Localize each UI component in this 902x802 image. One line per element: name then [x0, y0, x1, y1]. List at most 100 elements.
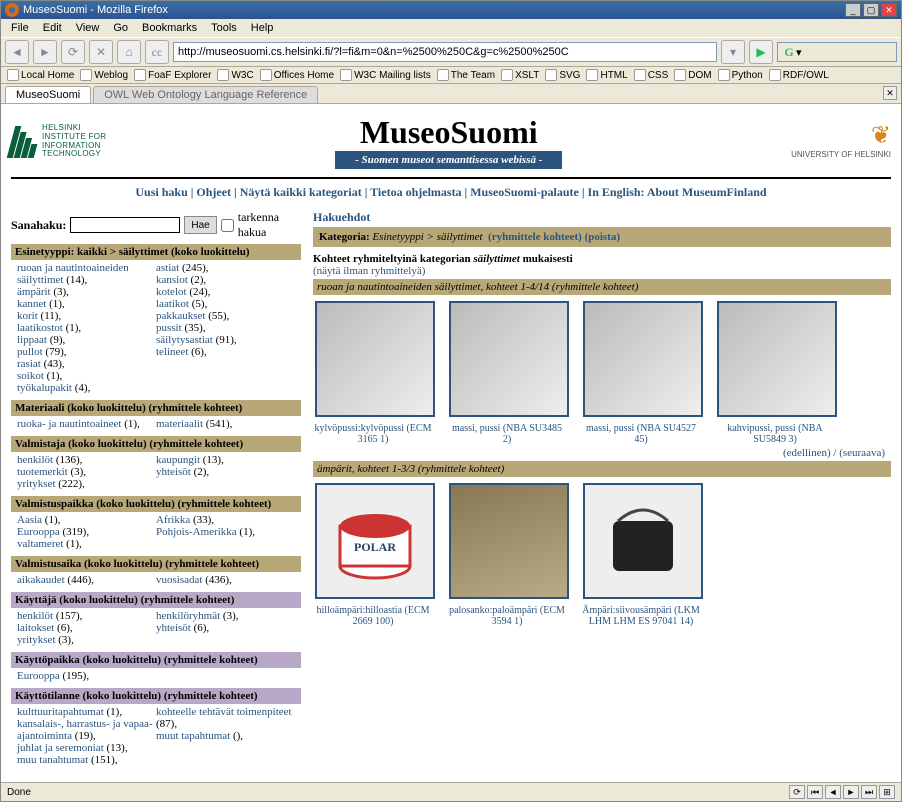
facet-link[interactable]: tuotemerkit: [17, 466, 68, 478]
pager[interactable]: (edellinen) / (seuraava): [313, 445, 891, 461]
ungroup-link[interactable]: (näytä ilman ryhmittelyä): [313, 265, 425, 277]
menu-file[interactable]: File: [5, 21, 35, 35]
result-caption[interactable]: massi, pussi (NBA SU3485 2): [447, 423, 567, 445]
facet-link[interactable]: ämpärit: [17, 286, 51, 298]
facet-link[interactable]: työkalupakit: [17, 382, 72, 394]
menu-go[interactable]: Go: [107, 21, 134, 35]
reload-button[interactable]: ⟳: [61, 40, 85, 64]
bookmark-item[interactable]: DOM: [674, 69, 711, 81]
bookmark-item[interactable]: Local Home: [7, 69, 74, 81]
facet-link[interactable]: ruoan ja nautintoaineiden säilyttimet: [17, 262, 129, 286]
facet-link[interactable]: muut tapahtumat: [156, 730, 230, 742]
cat-valmistusaika-hdr[interactable]: Valmistusaika (koko luokittelu) (ryhmitt…: [11, 556, 301, 572]
facet-link[interactable]: yritykset: [17, 478, 56, 490]
facet-link[interactable]: Eurooppa: [17, 526, 60, 538]
bookmark-item[interactable]: FoaF Explorer: [134, 69, 211, 81]
stop-button[interactable]: ✕: [89, 40, 113, 64]
facet-link[interactable]: laitokset: [17, 622, 54, 634]
facet-link[interactable]: Aasia: [17, 514, 42, 526]
result-caption[interactable]: massi, pussi (NBA SU4527 45): [581, 423, 701, 445]
regroup-link[interactable]: (ryhmittele kohteet): [488, 231, 582, 243]
facet-link[interactable]: laatikot: [156, 298, 189, 310]
bookmark-item[interactable]: HTML: [586, 69, 627, 81]
facet-link[interactable]: pussit: [156, 322, 182, 334]
facet-link[interactable]: henkilöt: [17, 610, 53, 622]
bookmark-item[interactable]: SVG: [545, 69, 580, 81]
facet-link[interactable]: kotelot: [156, 286, 187, 298]
facet-link[interactable]: henkilöt: [17, 454, 53, 466]
result-caption[interactable]: kylvöpussi:kylvöpussi (ECM 3165 1): [313, 423, 433, 445]
sb-last[interactable]: ⏭: [861, 785, 877, 799]
bookmark-item[interactable]: W3C: [217, 69, 253, 81]
cc-button[interactable]: cc: [145, 40, 169, 64]
facet-link[interactable]: valtameret: [17, 538, 63, 550]
search-input[interactable]: [70, 217, 180, 233]
home-button[interactable]: ⌂: [117, 40, 141, 64]
menu-view[interactable]: View: [70, 21, 106, 35]
minimize-button[interactable]: _: [845, 3, 861, 17]
bookmark-item[interactable]: CSS: [634, 69, 669, 81]
facet-link[interactable]: muu tanahtumat: [17, 754, 88, 766]
menu-bookmarks[interactable]: Bookmarks: [136, 21, 203, 35]
facet-link[interactable]: kaupungit: [156, 454, 200, 466]
result-caption[interactable]: kahvipussi, pussi (NBA SU5849 3): [715, 423, 835, 445]
facet-link[interactable]: yhteisöt: [156, 466, 191, 478]
restore-button[interactable]: ▢: [863, 3, 879, 17]
url-input[interactable]: [173, 42, 717, 62]
cat-kayttaja-hdr[interactable]: Käyttäjä (koko luokittelu) (ryhmittele k…: [11, 592, 301, 608]
dropdown-button[interactable]: ▾: [721, 40, 745, 64]
close-button[interactable]: ✕: [881, 3, 897, 17]
facet-link[interactable]: kohteelle tehtävät toimenpiteet: [156, 706, 292, 718]
facet-link[interactable]: yritykset: [17, 634, 56, 646]
cat-kayttotilanne-hdr[interactable]: Käyttötilanne (koko luokittelu) (ryhmitt…: [11, 688, 301, 704]
forward-button[interactable]: ►: [33, 40, 57, 64]
cat-esinetyyppi-hdr[interactable]: Esinetyyppi: kaikki > säilyttimet (koko …: [11, 244, 301, 260]
back-button[interactable]: ◄: [5, 40, 29, 64]
facet-link[interactable]: pullot: [17, 346, 43, 358]
facet-link[interactable]: säilytysastiat: [156, 334, 213, 346]
facet-link[interactable]: astiat: [156, 262, 179, 274]
bookmark-item[interactable]: Offices Home: [260, 69, 334, 81]
bookmark-item[interactable]: The Team: [437, 69, 495, 81]
facet-link[interactable]: kansalais-, harrastus- ja vapaa-ajantoim…: [17, 718, 153, 742]
facet-link[interactable]: Pohjois-Amerikka: [156, 526, 237, 538]
bookmark-item[interactable]: W3C Mailing lists: [340, 69, 431, 81]
cat-valmistuspaikka-hdr[interactable]: Valmistuspaikka (koko luokittelu) (ryhmi…: [11, 496, 301, 512]
facet-link[interactable]: aikakaudet: [17, 574, 65, 586]
facet-link[interactable]: rasiat: [17, 358, 41, 370]
tab-close-button[interactable]: ✕: [883, 86, 897, 100]
result-thumb[interactable]: [449, 301, 569, 417]
search-engine-box[interactable]: G▾: [777, 42, 897, 62]
bookmark-item[interactable]: RDF/OWL: [769, 69, 829, 81]
facet-link[interactable]: pakkaukset: [156, 310, 205, 322]
sb-btn[interactable]: ⟳: [789, 785, 805, 799]
sb-zoom[interactable]: ⊞: [879, 785, 895, 799]
sb-next[interactable]: ►: [843, 785, 859, 799]
result-thumb[interactable]: POLAR: [315, 483, 435, 599]
menu-tools[interactable]: Tools: [205, 21, 243, 35]
cat-kayttopaikka-hdr[interactable]: Käyttöpaikka (koko luokittelu) (ryhmitte…: [11, 652, 301, 668]
result-thumb[interactable]: [583, 301, 703, 417]
facet-link[interactable]: vuosisadat: [156, 574, 202, 586]
bookmark-item[interactable]: XSLT: [501, 69, 539, 81]
result-caption[interactable]: hilloämpäri:hilloastia (ECM 2669 100): [313, 605, 433, 627]
facet-link[interactable]: juhlat ja seremoniat: [17, 742, 104, 754]
facet-link[interactable]: materiaalit: [156, 418, 203, 430]
cat-valmistaja-hdr[interactable]: Valmistaja (koko luokittelu) (ryhmittele…: [11, 436, 301, 452]
refine-checkbox[interactable]: [221, 219, 234, 232]
facet-link[interactable]: lippaat: [17, 334, 47, 346]
facet-link[interactable]: kulttuuritapahtumat: [17, 706, 104, 718]
sb-first[interactable]: ⏮: [807, 785, 823, 799]
facet-link[interactable]: soikot: [17, 370, 44, 382]
remove-link[interactable]: (poista): [585, 231, 620, 243]
go-button[interactable]: ▶: [749, 40, 773, 64]
nav-links[interactable]: Uusi haku | Ohjeet | Näytä kaikki katego…: [11, 179, 891, 206]
result-thumb[interactable]: [315, 301, 435, 417]
sb-prev[interactable]: ◄: [825, 785, 841, 799]
result-caption[interactable]: Ämpäri:siivousämpäri (LKM LHM LHM ES 970…: [581, 605, 701, 627]
search-button[interactable]: Hae: [184, 216, 216, 234]
menu-help[interactable]: Help: [245, 21, 280, 35]
tab-active[interactable]: MuseoSuomi: [5, 86, 91, 103]
facet-link[interactable]: telineet: [156, 346, 188, 358]
facet-link[interactable]: korit: [17, 310, 38, 322]
